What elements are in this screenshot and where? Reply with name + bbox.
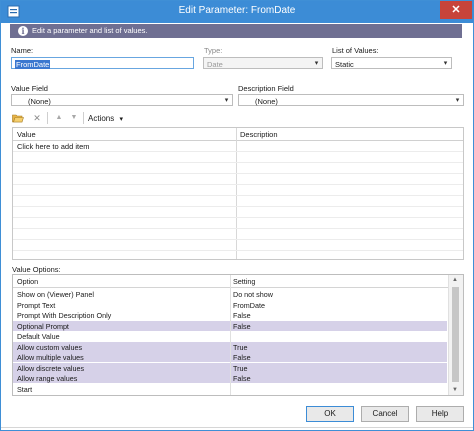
- close-button[interactable]: ✕: [440, 1, 472, 19]
- vertical-scrollbar[interactable]: ▲ ▼: [448, 275, 463, 395]
- value-options-label: Value Options:: [12, 265, 61, 274]
- column-divider: [230, 275, 231, 395]
- table-row: [13, 229, 463, 240]
- option-setting[interactable]: False: [233, 311, 251, 320]
- info-icon: i: [18, 26, 28, 36]
- value-field-label: Value Field: [11, 84, 48, 93]
- option-name: Allow multiple values: [17, 353, 84, 362]
- table-row[interactable]: Click here to add item: [13, 141, 463, 152]
- add-item-cell[interactable]: Click here to add item: [17, 142, 90, 151]
- value-options-grid[interactable]: Option Setting Show on (Viewer) Panel Do …: [12, 274, 464, 396]
- option-setting[interactable]: False: [233, 322, 251, 331]
- value-field-value: (None): [28, 96, 51, 106]
- cancel-button[interactable]: Cancel: [361, 406, 409, 422]
- table-row: [13, 240, 463, 251]
- table-row: [13, 185, 463, 196]
- option-setting[interactable]: True: [233, 364, 248, 373]
- column-header-setting[interactable]: Setting: [233, 277, 255, 286]
- type-select: Date ▾: [203, 57, 323, 69]
- chevron-down-icon: ▾: [443, 60, 448, 67]
- option-setting[interactable]: True: [233, 343, 248, 352]
- value-field-select[interactable]: (None) ▾: [11, 94, 233, 106]
- values-grid-header: Value Description: [13, 128, 463, 141]
- column-header-description[interactable]: Description: [240, 130, 278, 139]
- title-bar[interactable]: Edit Parameter: FromDate ✕: [1, 1, 473, 23]
- option-setting[interactable]: False: [233, 374, 251, 383]
- table-row: [13, 218, 463, 229]
- help-button[interactable]: Help: [416, 406, 464, 422]
- values-grid[interactable]: Value Description Click here to add item: [12, 127, 464, 260]
- option-name: Show on (Viewer) Panel: [17, 290, 94, 299]
- type-value: Date: [207, 59, 223, 69]
- name-input[interactable]: FromDate: [11, 57, 194, 69]
- list-of-values-label: List of Values:: [332, 46, 379, 55]
- value-options-header: Option Setting: [13, 275, 463, 288]
- chevron-down-icon: ▾: [119, 116, 123, 123]
- scroll-up-icon[interactable]: ▲: [452, 277, 458, 283]
- chevron-down-icon: ▾: [314, 60, 319, 67]
- chevron-down-icon: ▾: [455, 97, 460, 104]
- name-input-value: FromDate: [15, 59, 51, 69]
- toolbar-separator: [83, 112, 84, 124]
- delete-icon[interactable]: ✕: [31, 113, 43, 123]
- ok-button[interactable]: OK: [306, 406, 354, 422]
- description-field-label: Description Field: [238, 84, 294, 93]
- info-banner: i Edit a parameter and list of values.: [10, 24, 462, 38]
- option-name: Allow custom values: [17, 342, 83, 352]
- list-of-values-select[interactable]: Static ▾: [331, 57, 452, 69]
- name-label: Name:: [11, 46, 34, 55]
- move-up-icon[interactable]: ▲: [53, 113, 65, 123]
- table-row: [13, 174, 463, 185]
- type-label: Type:: [204, 46, 223, 55]
- scrollbar-thumb[interactable]: [452, 287, 459, 382]
- option-setting[interactable]: False: [233, 353, 251, 362]
- actions-menu[interactable]: Actions ▾: [88, 114, 123, 123]
- move-down-icon[interactable]: ▼: [68, 113, 80, 123]
- option-name: Allow discrete values: [17, 363, 85, 373]
- column-header-option[interactable]: Option: [17, 277, 38, 286]
- table-row: [13, 163, 463, 174]
- option-name: Default Value: [17, 332, 60, 341]
- actions-label: Actions: [88, 114, 115, 123]
- status-strip: [1, 427, 473, 428]
- description-field-value: (None): [255, 96, 278, 106]
- option-name: Prompt With Description Only: [17, 311, 112, 320]
- edit-parameter-dialog: Edit Parameter: FromDate ✕ i Edit a para…: [0, 0, 474, 431]
- list-of-values-value: Static: [335, 59, 354, 69]
- option-setting[interactable]: FromDate: [233, 301, 265, 310]
- table-row: [13, 196, 463, 207]
- chevron-down-icon: ▾: [224, 97, 229, 104]
- option-name: Prompt Text: [17, 300, 56, 310]
- scroll-down-icon[interactable]: ▼: [452, 387, 458, 393]
- description-field-select[interactable]: (None) ▾: [238, 94, 464, 106]
- toolbar-separator: [47, 112, 48, 124]
- option-name: Start: [17, 384, 33, 394]
- window-title: Edit Parameter: FromDate: [178, 5, 296, 16]
- column-header-value[interactable]: Value: [17, 130, 36, 139]
- info-text: Edit a parameter and list of values.: [32, 26, 148, 35]
- option-name: Optional Prompt: [17, 321, 69, 331]
- table-row: [13, 152, 463, 163]
- option-name: Allow range values: [17, 374, 78, 383]
- close-icon: ✕: [451, 4, 461, 16]
- open-folder-icon[interactable]: [12, 113, 24, 123]
- table-row: [13, 207, 463, 218]
- option-setting[interactable]: Do not show: [233, 290, 273, 299]
